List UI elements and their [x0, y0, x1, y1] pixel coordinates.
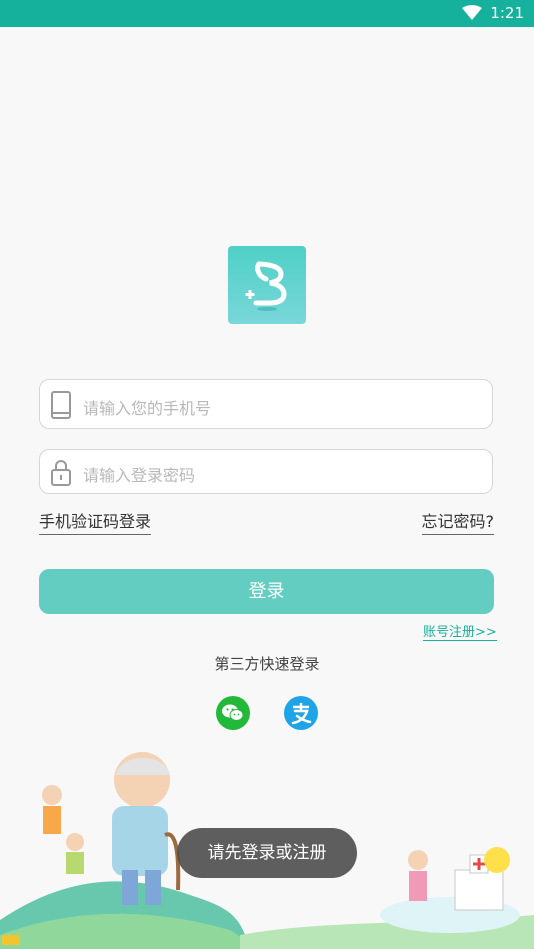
logo-mark-icon [245, 261, 287, 311]
alipay-icon [291, 703, 312, 725]
sms-login-link[interactable]: 手机验证码登录 [39, 508, 152, 535]
status-bar: 1:21 [0, 0, 534, 27]
login-button[interactable]: 登录 [39, 569, 494, 614]
forgot-password-link[interactable]: 忘记密码? [421, 508, 494, 535]
register-link[interactable]: 账号注册>> [423, 621, 497, 641]
app-logo [228, 246, 306, 324]
status-right: 1:21 [462, 4, 524, 22]
password-field[interactable]: 请输入登录密码 [39, 449, 493, 494]
password-placeholder: 请输入登录密码 [83, 466, 196, 485]
lock-icon [51, 460, 71, 486]
phone-icon [51, 391, 71, 419]
phone-placeholder: 请输入您的手机号 [83, 399, 212, 418]
third-party-title: 第三方快速登录 [214, 655, 320, 673]
wifi-icon [462, 5, 483, 20]
phone-field[interactable]: 请输入您的手机号 [39, 379, 493, 429]
status-time: 1:21 [490, 4, 524, 22]
wechat-icon [222, 704, 244, 721]
wechat-login-button[interactable] [216, 696, 250, 730]
alipay-login-button[interactable] [284, 696, 318, 730]
toast-message: 请先登录或注册 [177, 828, 357, 878]
